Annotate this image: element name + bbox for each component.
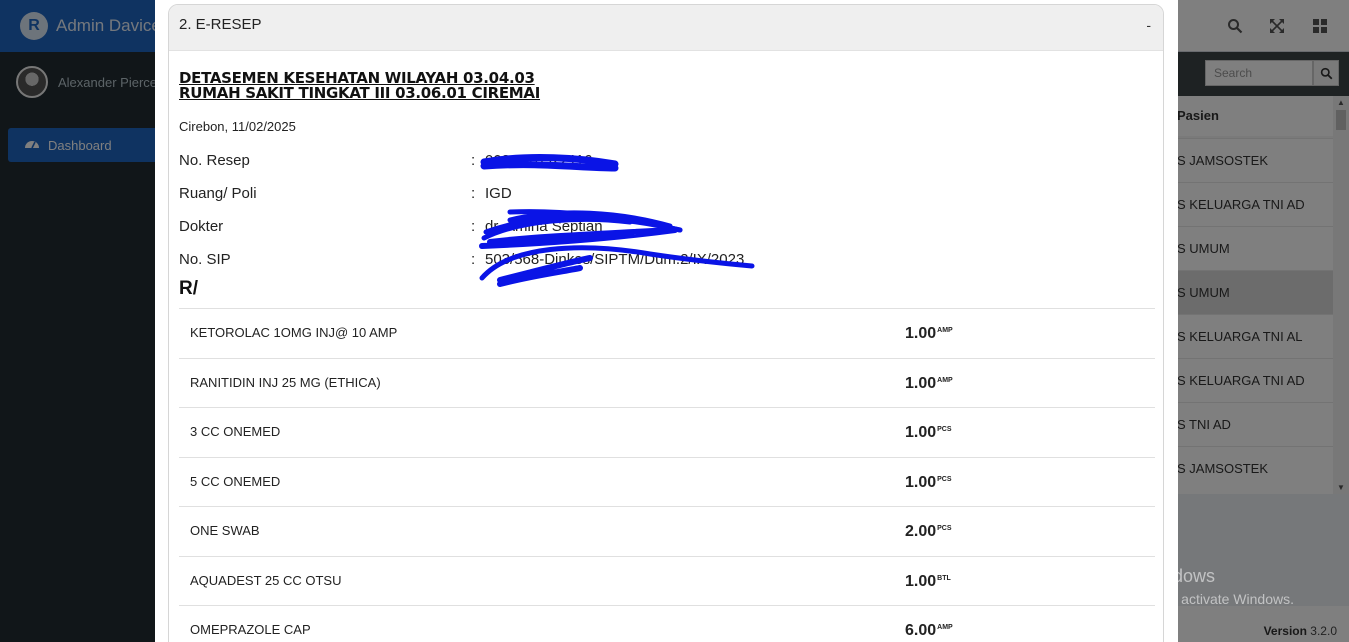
medication-name: OMEPRAZOLE CAP	[190, 622, 311, 637]
medication-name: ONE SWAB	[190, 523, 260, 538]
medication-name: 5 CC ONEMED	[190, 473, 281, 489]
medication-unit: AMP	[937, 327, 953, 334]
medication-row: ONE SWAB 2.00PCS	[179, 507, 1155, 557]
info-label: No. SIP	[179, 251, 231, 268]
collapse-button[interactable]: -	[1146, 17, 1151, 33]
medication-name: 3 CC ONEMED	[190, 424, 281, 439]
medication-qty: 1.00PCS	[905, 473, 952, 491]
info-value: 0024070522116	[485, 152, 593, 169]
prescription-info: No. Resep : 0024070522116 Ruang/ Poli : …	[179, 144, 1155, 276]
info-row-ruang-poli: Ruang/ Poli : IGD	[179, 177, 1155, 210]
medication-qty: 1.00BTL	[905, 572, 951, 590]
panel-title: 2. E-RESEP	[179, 16, 262, 33]
medication-row: 5 CC ONEMED 1.00PCS	[179, 458, 1155, 507]
info-row-no-resep: No. Resep : 0024070522116	[179, 144, 1155, 177]
medication-unit: AMP	[937, 376, 953, 384]
info-colon: :	[471, 185, 476, 202]
medication-row: KETOROLAC 1OMG INJ@ 10 AMP 1.00AMP	[179, 309, 1155, 359]
info-value: IGD	[485, 185, 512, 202]
panel-header[interactable]: 2. E-RESEP -	[169, 5, 1163, 51]
info-value: 503/568-Dinkes/SIPTM/Dum.2/IX/2023	[485, 251, 745, 268]
medication-name: KETOROLAC 1OMG INJ@ 10 AMP	[190, 325, 398, 340]
info-row-no-sip: No. SIP : 503/568-Dinkes/SIPTM/Dum.2/IX/…	[179, 243, 1155, 276]
rx-label: R/	[179, 278, 198, 299]
info-colon: :	[471, 218, 476, 235]
medication-row: 3 CC ONEMED 1.00PCS	[179, 408, 1155, 458]
info-label: Ruang/ Poli	[179, 185, 257, 202]
info-value: dr. Amina Septian	[485, 218, 603, 235]
medication-qty: 1.00PCS	[905, 424, 952, 441]
info-label: Dokter	[179, 218, 224, 235]
medication-row: AQUADEST 25 CC OTSU 1.00BTL	[179, 557, 1155, 606]
medication-qty: 1.00AMP	[905, 325, 953, 342]
medication-name: AQUADEST 25 CC OTSU	[190, 572, 342, 588]
medication-name: RANITIDIN INJ 25 MG (ETHICA)	[190, 374, 381, 390]
medication-qty: 1.00AMP	[905, 374, 953, 392]
prescription-document: DETASEMEN KESEHATAN WILAYAH 03.04.03 RUM…	[179, 71, 1155, 642]
medication-row: OMEPRAZOLE CAP 6.00AMP	[179, 606, 1155, 642]
info-colon: :	[471, 251, 476, 268]
e-resep-panel: 2. E-RESEP - DETASEMEN KESEHATAN WILAYAH…	[168, 4, 1164, 642]
info-row-dokter: Dokter : dr. Amina Septian	[179, 210, 1155, 243]
info-colon: :	[471, 152, 476, 169]
prescription-modal: 2. E-RESEP - DETASEMEN KESEHATAN WILAYAH…	[155, 0, 1178, 642]
hospital-title-line2: RUMAH SAKIT TINGKAT III 03.06.01 CIREMAI	[179, 84, 541, 102]
medication-unit: PCS	[937, 426, 952, 433]
medication-list: KETOROLAC 1OMG INJ@ 10 AMP 1.00AMP RANIT…	[179, 308, 1155, 642]
medication-unit: PCS	[937, 475, 952, 483]
medication-qty: 6.00AMP	[905, 622, 953, 639]
medication-row: RANITIDIN INJ 25 MG (ETHICA) 1.00AMP	[179, 359, 1155, 408]
medication-unit: AMP	[937, 624, 953, 631]
medication-qty: 2.00PCS	[905, 523, 952, 540]
medication-unit: PCS	[937, 525, 952, 532]
medication-unit: BTL	[937, 574, 951, 582]
city-date: Cirebon, 11/02/2025	[179, 119, 296, 134]
info-label: No. Resep	[179, 152, 250, 169]
